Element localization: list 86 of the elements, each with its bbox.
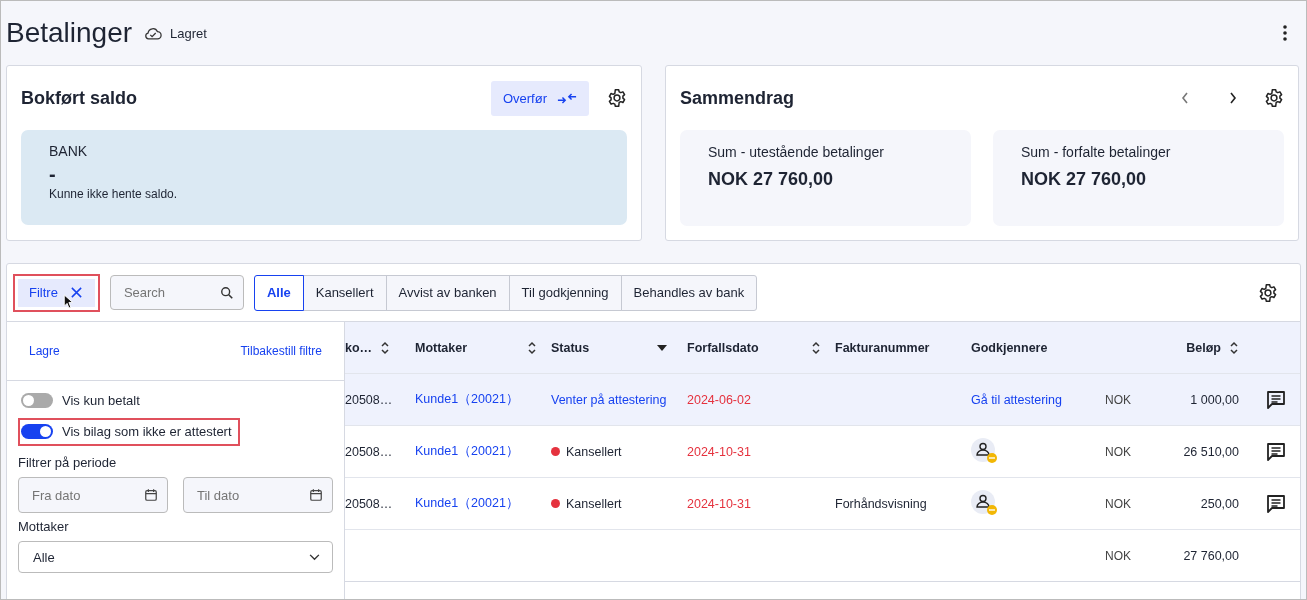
status-tab[interactable]: Til godkjenning	[508, 274, 622, 311]
field-label: Mottaker	[18, 519, 70, 534]
sort-icon[interactable]	[1229, 340, 1239, 355]
pending-approver-icon[interactable]	[971, 437, 999, 466]
tile-value: NOK 27 760,00	[1021, 169, 1148, 190]
amount: 1 000,00	[1190, 392, 1239, 407]
chevron-down-icon	[309, 553, 320, 561]
comment-icon[interactable]	[1265, 493, 1286, 514]
table-cell: 20508…	[345, 496, 393, 511]
save-status: Lagret	[170, 25, 207, 41]
date-field[interactable]: Fra dato	[18, 477, 168, 513]
currency-label: NOK	[1105, 444, 1131, 459]
recipient-select[interactable]: Alle	[18, 541, 333, 573]
toggle-label: Vis bilag som ikke er attestert	[62, 424, 232, 439]
search-icon[interactable]	[219, 286, 234, 300]
due-date: 2024-10-31	[687, 496, 751, 511]
column-header[interactable]: Status	[551, 340, 590, 355]
table-row[interactable]: 20508… Kunde1（20021） Venter på attestering 2024-06-02 Gå til attestering NOK 1 000,00	[345, 374, 1300, 426]
status-tab[interactable]: Behandles av bank	[620, 274, 758, 311]
page-title: Betalinger	[6, 17, 133, 49]
comment-icon[interactable]	[1265, 389, 1286, 410]
card-title: Sammendrag	[680, 87, 795, 109]
tile-label: Sum - utestående betalinger	[708, 144, 885, 160]
status-label: Kansellert	[566, 496, 622, 511]
table-row[interactable]: 20508… Kunde1（20021） Kansellert 2024-10-31 Forhåndsvisning NOK 250,00	[345, 478, 1300, 530]
more-menu-icon[interactable]	[1283, 25, 1287, 41]
recipient-link[interactable]: Kunde1（20021）	[415, 495, 519, 512]
column-header[interactable]: Fakturanummer	[835, 340, 930, 355]
recipient-link[interactable]: Kunde1（20021）	[415, 391, 519, 408]
table-cell: 20508…	[345, 392, 393, 407]
comment-icon[interactable]	[1265, 441, 1286, 462]
reset-filters-link[interactable]: Tilbakestill filtre	[240, 344, 322, 358]
column-header[interactable]: ko…	[345, 340, 373, 355]
status-tab[interactable]: Kansellert	[302, 274, 387, 311]
next-icon[interactable]	[1228, 91, 1238, 105]
field-label: Filtrer på periode	[18, 455, 118, 470]
arrows-icon	[557, 91, 577, 105]
save-link[interactable]: Lagre	[29, 344, 60, 358]
tile-value: NOK 27 760,00	[708, 169, 835, 190]
status-link[interactable]: Venter på attestering	[551, 392, 667, 407]
column-header[interactable]: Forfallsdato	[687, 340, 759, 355]
transfer-button[interactable]: Overfør	[490, 80, 589, 116]
sort-down-icon[interactable]	[657, 344, 667, 351]
calendar-icon[interactable]	[144, 488, 158, 502]
cloud-icon	[144, 26, 163, 40]
currency-label: NOK	[1105, 392, 1131, 407]
toggle-label: Vis kun betalt	[62, 393, 140, 408]
total-amount: 27 760,00	[1183, 548, 1239, 563]
settings-icon[interactable]	[607, 88, 627, 108]
account-amount: -	[49, 165, 57, 183]
amount: 26 510,00	[1183, 444, 1239, 459]
column-header[interactable]: Godkjennere	[971, 340, 1048, 355]
due-date: 2024-06-02	[687, 392, 751, 407]
pending-approver-icon[interactable]	[971, 489, 999, 518]
approve-link[interactable]: Gå til attestering	[971, 392, 1062, 407]
settings-icon[interactable]	[1264, 88, 1284, 108]
toggle-switch[interactable]	[21, 424, 53, 439]
error-message: Kunne ikke hente saldo.	[49, 187, 179, 201]
sort-icon[interactable]	[527, 340, 537, 355]
table-row[interactable]: 20508… Kunde1（20021） Kansellert 2024-10-31 NOK 26 510,00	[345, 426, 1300, 478]
filter-button[interactable]: Filtre	[18, 278, 95, 307]
amount: 250,00	[1200, 496, 1239, 511]
settings-icon[interactable]	[1258, 282, 1278, 303]
previous-icon[interactable]	[1180, 91, 1190, 105]
toggle-switch[interactable]	[21, 393, 53, 408]
due-date: 2024-10-31	[687, 444, 751, 459]
calendar-icon[interactable]	[309, 488, 323, 502]
table-cell: Forhåndsvisning	[835, 496, 927, 511]
tile-label: Sum - forfalte betalinger	[1021, 144, 1172, 160]
status-tab[interactable]: Alle	[253, 274, 304, 311]
recipient-link[interactable]: Kunde1（20021）	[415, 443, 519, 460]
status-tab[interactable]: Avvist av banken	[385, 274, 510, 311]
currency-label: NOK	[1105, 548, 1131, 563]
column-header[interactable]: Mottaker	[415, 340, 468, 355]
date-field[interactable]: Til dato	[183, 477, 333, 513]
currency-label: NOK	[1105, 496, 1131, 511]
sort-icon[interactable]	[811, 340, 821, 355]
column-header[interactable]: Beløp	[1186, 340, 1221, 355]
close-icon	[69, 286, 83, 299]
mouse-pointer-icon	[63, 293, 73, 309]
table-cell: 20508…	[345, 444, 393, 459]
sort-icon[interactable]	[380, 340, 391, 355]
search-field[interactable]: Search	[109, 275, 244, 310]
status-label: Kansellert	[566, 444, 622, 459]
card-title: Bokført saldo	[21, 87, 137, 109]
account-name: BANK	[49, 143, 89, 159]
